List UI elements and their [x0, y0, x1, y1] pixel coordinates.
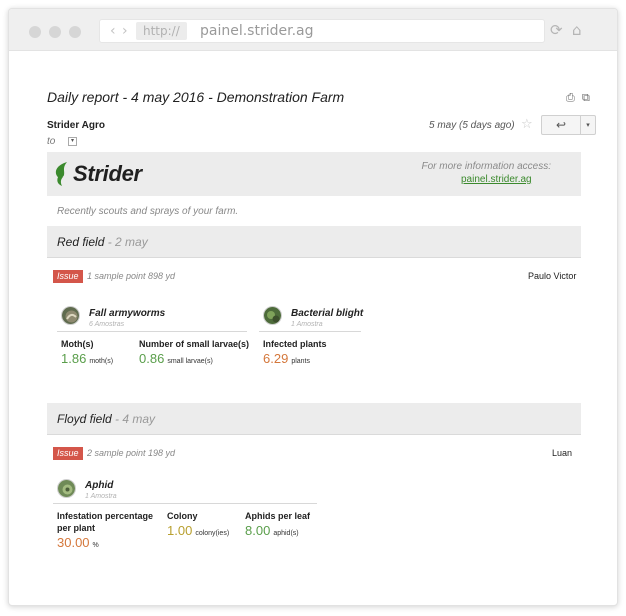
reload-icon[interactable]: ⟳	[550, 21, 563, 39]
back-arrow-icon[interactable]: ‹	[110, 23, 116, 39]
pest-divider	[57, 331, 247, 332]
metric-label: Aphids per leaf	[245, 511, 311, 521]
sender-name: Strider Agro	[47, 120, 105, 131]
metric-value: 8.00 aphid(s)	[245, 523, 299, 538]
issue-badge: Issue	[53, 270, 83, 283]
metric-label: Number of small larvae(s)	[139, 339, 250, 349]
metric-unit: %	[92, 542, 99, 549]
metric-value: 1.86 moth(s)	[61, 351, 114, 366]
metric-label: Moth(s)	[61, 339, 94, 349]
email-date: 5 may (5 days ago)	[429, 120, 515, 131]
metric-value: 0.86 small larvae(s)	[139, 351, 213, 366]
armyworm-icon	[61, 306, 80, 325]
metric-unit: aphid(s)	[273, 530, 299, 537]
field-date: - 2 may	[104, 235, 148, 249]
url-domain[interactable]: painel.strider.ag	[200, 23, 314, 39]
pest-name: Bacterial blight	[291, 308, 364, 319]
metric-label: Infestation percentage per plant	[57, 511, 154, 533]
popout-icon[interactable]: ⧉	[582, 91, 590, 105]
scout-name: Luan	[552, 448, 573, 458]
metric-unit: colony(ies)	[195, 530, 230, 537]
pest-divider	[53, 503, 317, 504]
more-actions-button[interactable]: ▾	[580, 115, 596, 135]
report-header: Strider For more information access: pai…	[47, 152, 581, 196]
sample-info: 1 sample point 898 yd	[87, 271, 176, 281]
aphid-icon	[57, 479, 76, 498]
panel-link[interactable]: painel.strider.ag	[461, 174, 532, 185]
metric-label: Infected plants	[263, 339, 327, 349]
sample-info: 2 sample point 198 yd	[87, 448, 176, 458]
report-intro: Recently scouts and sprays of your farm.	[57, 206, 239, 217]
bacterial-blight-icon	[263, 306, 282, 325]
url-protocol: http://	[136, 22, 187, 40]
pest-name: Aphid	[85, 480, 114, 491]
minimize-window-dot[interactable]	[49, 26, 61, 38]
pest-divider	[259, 331, 361, 332]
email-subject: Daily report - 4 may 2016 - Demonstratio…	[47, 89, 345, 105]
field-header-floyd: Floyd field - 4 may	[47, 403, 581, 435]
recipient-dropdown-icon[interactable]: ▾	[68, 137, 77, 146]
browser-window: ‹ › http:// painel.strider.ag ⟳ ⌂ Daily …	[8, 8, 618, 606]
pest-samples: 1 Amostra	[85, 493, 117, 500]
close-window-dot[interactable]	[29, 26, 41, 38]
issue-badge: Issue	[53, 447, 83, 460]
metric-value: 1.00 colony(ies)	[167, 523, 230, 538]
metric-label: Colony	[167, 511, 198, 521]
strider-leaf-icon	[55, 162, 67, 186]
pest-samples: 6 Amostras	[89, 321, 125, 328]
scout-name: Paulo Victor	[528, 271, 577, 281]
star-icon[interactable]: ☆	[521, 117, 533, 132]
field-date: - 4 may	[111, 412, 156, 426]
recipient-label: to	[47, 136, 56, 147]
metric-unit: moth(s)	[89, 358, 114, 365]
print-icon[interactable]: ⎙	[566, 91, 575, 105]
home-icon[interactable]: ⌂	[572, 21, 582, 39]
pest-name: Fall armyworms	[89, 308, 166, 319]
metric-value: 6.29 plants	[263, 351, 310, 366]
brand-logo: Strider	[73, 161, 142, 186]
pest-samples: 1 Amostra	[291, 321, 323, 328]
reply-button[interactable]: ↩	[541, 115, 581, 135]
field-title: Floyd field - 4 may	[57, 412, 156, 426]
field-header-red: Red field - 2 may	[47, 226, 581, 258]
address-bar[interactable]: ‹ › http:// painel.strider.ag	[99, 19, 545, 43]
metric-unit: small larvae(s)	[167, 358, 213, 365]
field-title: Red field - 2 may	[57, 235, 148, 249]
maximize-window-dot[interactable]	[69, 26, 81, 38]
metric-unit: plants	[291, 358, 310, 365]
more-info-label: For more information access:	[421, 161, 552, 172]
browser-toolbar: ‹ › http:// painel.strider.ag ⟳ ⌂	[9, 9, 617, 51]
forward-arrow-icon[interactable]: ›	[122, 23, 128, 39]
metric-value: 30.00%	[57, 535, 99, 550]
